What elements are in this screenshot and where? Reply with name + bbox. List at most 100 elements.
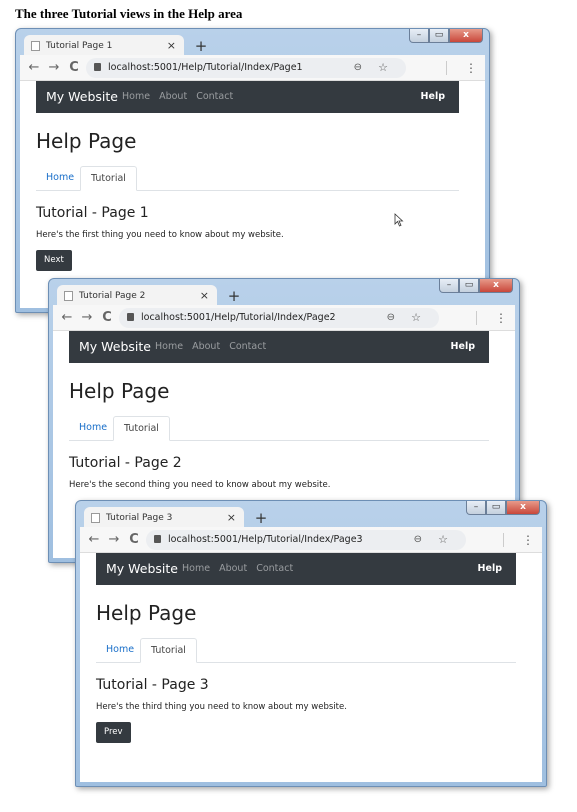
window-controls: – ▭ x — [466, 501, 540, 515]
tutorial-text: Here's the first thing you need to know … — [36, 230, 284, 240]
tutorial-heading: Tutorial - Page 2 — [69, 455, 182, 471]
tab-title: Tutorial Page 1 — [46, 41, 113, 51]
zoom-icon[interactable]: ⊖ — [354, 58, 362, 78]
site-brand[interactable]: My Website — [79, 331, 151, 363]
zoom-icon[interactable]: ⊖ — [387, 308, 395, 328]
site-navbar: My Website Home About Contact Help — [36, 81, 459, 113]
reload-button[interactable]: C — [99, 309, 115, 327]
nav-help-link[interactable]: Help — [478, 553, 502, 585]
site-brand[interactable]: My Website — [106, 553, 178, 585]
browser-window-page3: – ▭ x Tutorial Page 3 × + ← → C localhos… — [75, 500, 547, 787]
nav-contact-link[interactable]: Contact — [229, 341, 266, 352]
tab-tutorial[interactable]: Tutorial — [80, 166, 137, 191]
window-controls: – ▭ x — [409, 29, 483, 43]
browser-menu-icon[interactable]: ⋮ — [495, 309, 507, 327]
toolbar-separator — [446, 61, 447, 75]
tab-home[interactable]: Home — [96, 638, 144, 662]
tab-close-icon[interactable]: × — [167, 35, 176, 57]
nav-home-link[interactable]: Home — [155, 341, 183, 352]
nav-about-link[interactable]: About — [219, 563, 247, 574]
browser-tab[interactable]: Tutorial Page 2 × — [57, 285, 217, 307]
figure-caption: The three Tutorial views in the Help are… — [15, 6, 243, 21]
back-button[interactable]: ← — [26, 59, 42, 77]
address-bar[interactable]: localhost:5001/Help/Tutorial/Index/Page3… — [146, 530, 466, 550]
url-text: localhost:5001/Help/Tutorial/Index/Page3 — [168, 534, 363, 545]
browser-menu-icon[interactable]: ⋮ — [522, 531, 534, 549]
minimize-button[interactable]: – — [466, 501, 486, 515]
page-tabs: Home Tutorial — [36, 166, 459, 191]
tab-close-icon[interactable]: × — [200, 285, 209, 307]
zoom-icon[interactable]: ⊖ — [414, 530, 422, 550]
forward-button[interactable]: → — [79, 309, 95, 327]
close-window-button[interactable]: x — [449, 29, 483, 43]
bookmark-star-icon[interactable]: ☆ — [411, 308, 421, 328]
page-tabs: Home Tutorial — [69, 416, 489, 441]
new-tab-button[interactable]: + — [192, 37, 210, 55]
bookmark-star-icon[interactable]: ☆ — [378, 58, 388, 78]
nav-links: Home About Contact — [122, 81, 239, 113]
browser-menu-icon[interactable]: ⋮ — [465, 59, 477, 77]
tab-tutorial[interactable]: Tutorial — [113, 416, 170, 441]
browser-toolbar: ← → C localhost:5001/Help/Tutorial/Index… — [20, 55, 485, 81]
tutorial-heading: Tutorial - Page 1 — [36, 205, 149, 221]
tab-tutorial[interactable]: Tutorial — [140, 638, 197, 663]
nav-about-link[interactable]: About — [192, 341, 220, 352]
nav-contact-link[interactable]: Contact — [256, 563, 293, 574]
browser-toolbar: ← → C localhost:5001/Help/Tutorial/Index… — [80, 527, 542, 553]
maximize-button[interactable]: ▭ — [429, 29, 449, 43]
reload-button[interactable]: C — [66, 59, 82, 77]
forward-button[interactable]: → — [46, 59, 62, 77]
lock-icon — [94, 63, 101, 71]
next-button[interactable]: Next — [36, 250, 72, 271]
page-favicon-icon — [64, 291, 73, 301]
tutorial-text: Here's the second thing you need to know… — [69, 480, 331, 490]
nav-about-link[interactable]: About — [159, 91, 187, 102]
maximize-button[interactable]: ▭ — [486, 501, 506, 515]
tab-title: Tutorial Page 3 — [106, 513, 173, 523]
reload-button[interactable]: C — [126, 531, 142, 549]
nav-links: Home About Contact — [155, 331, 272, 363]
nav-links: Home About Contact — [182, 553, 299, 585]
nav-help-link[interactable]: Help — [451, 331, 475, 363]
new-tab-button[interactable]: + — [252, 509, 270, 527]
back-button[interactable]: ← — [59, 309, 75, 327]
toolbar-separator — [476, 311, 477, 325]
minimize-button[interactable]: – — [409, 29, 429, 43]
tab-home[interactable]: Home — [36, 166, 84, 190]
site-brand[interactable]: My Website — [46, 81, 118, 113]
prev-button[interactable]: Prev — [96, 722, 131, 743]
tab-home[interactable]: Home — [69, 416, 117, 440]
new-tab-button[interactable]: + — [225, 287, 243, 305]
site-navbar: My Website Home About Contact Help — [96, 553, 516, 585]
minimize-button[interactable]: – — [439, 279, 459, 293]
back-button[interactable]: ← — [86, 531, 102, 549]
bookmark-star-icon[interactable]: ☆ — [438, 530, 448, 550]
forward-button[interactable]: → — [106, 531, 122, 549]
site-navbar: My Website Home About Contact Help — [69, 331, 489, 363]
browser-toolbar: ← → C localhost:5001/Help/Tutorial/Index… — [53, 305, 515, 331]
nav-contact-link[interactable]: Contact — [196, 91, 233, 102]
nav-help-link[interactable]: Help — [421, 81, 445, 113]
lock-icon — [127, 313, 134, 321]
page-favicon-icon — [31, 41, 40, 51]
tab-strip: Tutorial Page 2 × + — [53, 283, 409, 307]
tutorial-text: Here's the third thing you need to know … — [96, 702, 347, 712]
address-bar[interactable]: localhost:5001/Help/Tutorial/Index/Page1… — [86, 58, 406, 78]
maximize-button[interactable]: ▭ — [459, 279, 479, 293]
mouse-cursor-icon — [394, 213, 404, 227]
browser-tab[interactable]: Tutorial Page 3 × — [84, 507, 244, 529]
close-window-button[interactable]: x — [479, 279, 513, 293]
page-viewport: My Website Home About Contact Help Help … — [80, 553, 542, 782]
browser-tab[interactable]: Tutorial Page 1 × — [24, 35, 184, 57]
page-tabs: Home Tutorial — [96, 638, 516, 663]
address-bar[interactable]: localhost:5001/Help/Tutorial/Index/Page2… — [119, 308, 439, 328]
url-text: localhost:5001/Help/Tutorial/Index/Page2 — [141, 312, 336, 323]
lock-icon — [154, 535, 161, 543]
page-viewport: My Website Home About Contact Help Help … — [20, 81, 485, 308]
tab-close-icon[interactable]: × — [227, 507, 236, 529]
nav-home-link[interactable]: Home — [182, 563, 210, 574]
nav-home-link[interactable]: Home — [122, 91, 150, 102]
tab-strip: Tutorial Page 3 × + — [80, 505, 436, 529]
close-window-button[interactable]: x — [506, 501, 540, 515]
toolbar-separator — [503, 533, 504, 547]
